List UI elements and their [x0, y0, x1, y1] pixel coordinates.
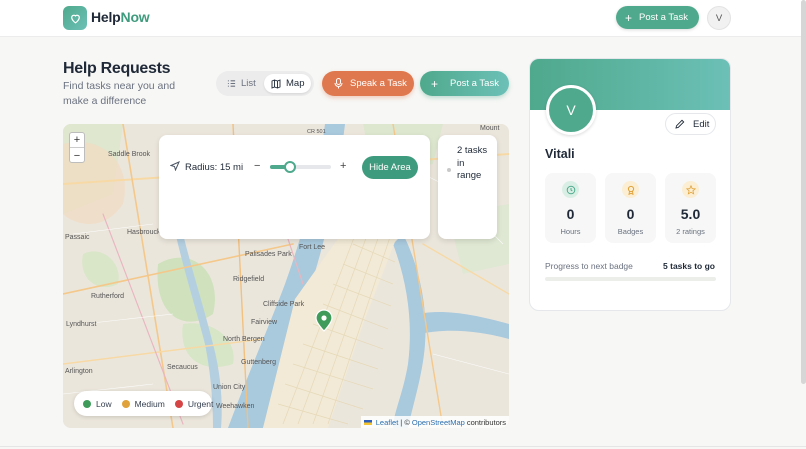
tasks-in-range-panel: 2 tasks in range — [438, 135, 497, 239]
radius-panel: Radius: 15 mi − + Hide Area — [159, 135, 430, 239]
navigation-arrow-icon — [170, 161, 180, 171]
stat-badges-value: 0 — [626, 206, 635, 222]
microphone-icon — [334, 78, 343, 89]
stat-hours-label: Hours — [560, 227, 581, 236]
plus-icon: + — [625, 10, 633, 25]
post-task-button[interactable]: + Post a Task — [420, 71, 509, 96]
header-post-task-label: Post a Task — [639, 12, 688, 23]
ukraine-flag-icon — [363, 419, 372, 425]
brand-name-part2: Now — [120, 9, 150, 25]
radius-label: Radius: 15 mi — [185, 162, 244, 173]
radius-slider-thumb[interactable] — [284, 161, 297, 173]
stat-rating-label: 2 ratings — [676, 227, 705, 236]
page-subtitle: Find tasks near you and make a differenc… — [63, 80, 176, 107]
place-label-rutherford: Rutherford — [91, 293, 124, 300]
leaflet-link[interactable]: Leaflet — [376, 418, 399, 427]
legend-item-low: Low — [83, 399, 112, 409]
radius-increase-button[interactable]: + — [340, 160, 346, 172]
radius-slider[interactable] — [270, 161, 331, 173]
list-view-button[interactable]: List — [220, 74, 263, 93]
hide-area-button[interactable]: Hide Area — [362, 156, 418, 179]
map-view-label: Map — [286, 78, 305, 89]
place-label-north-bergen: North Bergen — [223, 336, 265, 343]
radius-decrease-button[interactable]: − — [254, 160, 260, 172]
page-scrollbar[interactable] — [801, 0, 806, 384]
page-title: Help Requests — [63, 60, 171, 77]
zoom-in-button[interactable]: + — [70, 133, 84, 148]
view-toggle: List Map — [216, 71, 314, 96]
user-avatar[interactable]: V — [707, 6, 731, 30]
clock-icon — [562, 181, 579, 198]
openstreetmap-link[interactable]: OpenStreetMap — [412, 418, 465, 427]
place-label-lyndhurst: Lyndhurst — [66, 321, 97, 328]
place-label-passaic: Passaic — [65, 234, 90, 241]
stat-hours-value: 0 — [566, 206, 575, 222]
place-label-ridgefield: Ridgefield — [233, 276, 264, 283]
map-icon — [271, 78, 281, 89]
plus-icon: + — [431, 76, 439, 91]
speak-task-label: Speak a Task — [350, 78, 407, 89]
place-label-arlington: Arlington — [65, 368, 93, 375]
place-label-mount: Mount — [480, 125, 500, 132]
place-label-secaucus: Secaucus — [167, 364, 198, 371]
list-icon — [227, 80, 236, 87]
place-label-fairview: Fairview — [251, 319, 278, 326]
urgency-legend: Low Medium Urgent — [74, 391, 214, 416]
badge-progress-bar — [545, 277, 716, 281]
header-post-task-button[interactable]: + Post a Task — [616, 6, 699, 29]
profile-avatar[interactable]: V — [546, 85, 596, 135]
legend-item-medium: Medium — [121, 398, 165, 409]
brand-name[interactable]: HelpNow — [91, 9, 150, 25]
map-attribution: Leaflet | © OpenStreetMap contributors — [360, 416, 509, 428]
post-task-label: Post a Task — [450, 78, 499, 89]
map-view-button[interactable]: Map — [264, 74, 312, 93]
legend-label-urgent: Urgent — [187, 398, 214, 409]
profile-name: Vitali — [545, 147, 575, 161]
brand-name-part1: Help — [91, 9, 121, 25]
attribution-contributors: contributors — [466, 417, 506, 427]
place-label-palisades-park: Palisades Park — [245, 251, 292, 258]
stat-rating-value: 5.0 — [680, 206, 701, 222]
pencil-icon — [675, 119, 685, 129]
legend-label-low: Low — [96, 398, 112, 409]
list-view-label: List — [241, 78, 256, 89]
tasks-in-range-text: 2 tasks in range — [457, 145, 488, 181]
stat-badges-label: Badges — [617, 227, 644, 236]
heart-logo-icon[interactable] — [63, 6, 87, 30]
badge-progress-label: Progress to next badge — [545, 261, 633, 271]
place-label-weehawken: Weehawken — [216, 403, 255, 410]
speak-task-button[interactable]: Speak a Task — [322, 71, 414, 96]
star-icon — [682, 181, 699, 198]
legend-swatch-medium — [121, 399, 130, 408]
place-label-union-city: Union City — [213, 384, 246, 391]
stat-rating: 5.0 2 ratings — [665, 173, 716, 243]
legend-swatch-low — [83, 399, 91, 408]
zoom-out-button[interactable]: − — [70, 148, 84, 163]
stat-badges: 0 Badges — [605, 173, 656, 243]
stat-hours: 0 Hours — [545, 173, 596, 243]
legend-label-medium: Medium — [134, 398, 165, 409]
map-view[interactable]: Saddle Brook Passaic Hasbrouck Heights R… — [63, 124, 509, 428]
place-label-cliffside-park: Cliffside Park — [263, 301, 305, 308]
place-label-fort-lee: Fort Lee — [299, 244, 325, 251]
place-label-saddle-brook: Saddle Brook — [108, 151, 151, 158]
award-icon — [622, 181, 639, 198]
edit-profile-label: Edit — [693, 118, 710, 130]
app-header: HelpNow + Post a Task V — [0, 0, 806, 37]
badge-progress-value: 5 tasks to go — [663, 261, 715, 271]
zoom-control: + − — [69, 132, 85, 163]
footer-divider — [0, 446, 806, 447]
profile-card: V Edit Vitali 0 Hours 0 Badges 5.0 2 rat… — [529, 58, 731, 311]
edit-profile-button[interactable]: Edit — [665, 113, 716, 135]
place-label-guttenberg: Guttenberg — [241, 359, 276, 366]
status-dot — [447, 168, 451, 172]
legend-swatch-urgent — [174, 399, 183, 408]
legend-item-urgent: Urgent — [174, 398, 214, 409]
attribution-separator: | © — [400, 417, 410, 427]
